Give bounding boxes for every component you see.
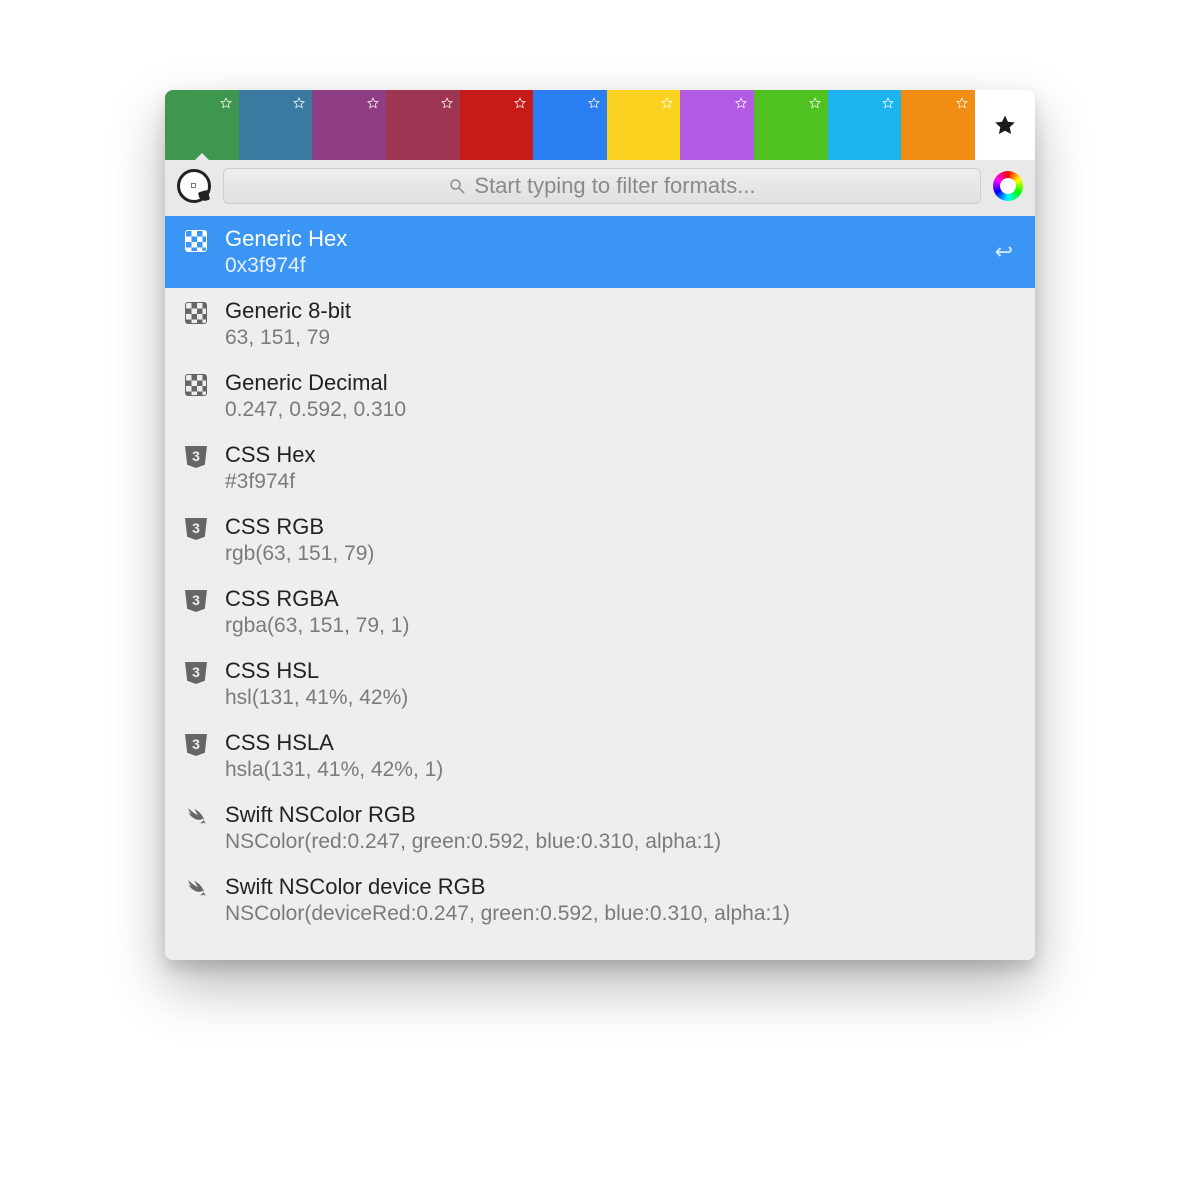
color-tab[interactable] <box>680 90 754 160</box>
format-item[interactable]: CSS Hex#3f974f↩ <box>165 432 1035 504</box>
css-icon <box>183 732 209 758</box>
search-placeholder: Start typing to filter formats... <box>474 173 755 199</box>
swift-icon <box>183 804 209 830</box>
css-icon <box>183 660 209 686</box>
color-tab[interactable] <box>239 90 313 160</box>
star-outline-icon <box>881 96 895 110</box>
format-item[interactable]: CSS RGBrgb(63, 151, 79)↩ <box>165 504 1035 576</box>
css-icon <box>183 444 209 470</box>
checker-icon <box>183 300 209 326</box>
color-tab[interactable] <box>901 90 975 160</box>
color-tab[interactable] <box>533 90 607 160</box>
color-tab[interactable] <box>460 90 534 160</box>
format-title: CSS Hex <box>225 442 315 468</box>
format-value: rgba(63, 151, 79, 1) <box>225 614 409 638</box>
format-value: NSColor(red:0.247, green:0.592, blue:0.3… <box>225 830 721 854</box>
format-value: #3f974f <box>225 470 315 494</box>
star-outline-icon <box>587 96 601 110</box>
swift-icon <box>183 876 209 902</box>
star-outline-icon <box>734 96 748 110</box>
format-item[interactable]: Generic Hex0x3f974f ↩ <box>165 216 1035 288</box>
color-tab[interactable] <box>165 90 239 160</box>
color-tab[interactable] <box>828 90 902 160</box>
format-title: Generic Hex <box>225 226 347 252</box>
format-title: CSS RGBA <box>225 586 409 612</box>
star-outline-icon <box>955 96 969 110</box>
color-wheel-button[interactable] <box>993 171 1023 201</box>
color-tabs-bar <box>165 90 1035 160</box>
color-tab[interactable] <box>607 90 681 160</box>
color-format-window: Start typing to filter formats... Generi… <box>165 90 1035 960</box>
favorites-tab[interactable] <box>975 90 1035 160</box>
format-title: CSS HSL <box>225 658 408 684</box>
color-tab[interactable] <box>754 90 828 160</box>
format-value: 63, 151, 79 <box>225 326 351 350</box>
color-tab[interactable] <box>386 90 460 160</box>
format-item[interactable]: Generic 8-bit63, 151, 79↩ <box>165 288 1035 360</box>
star-outline-icon <box>660 96 674 110</box>
format-value: hsla(131, 41%, 42%, 1) <box>225 758 443 782</box>
enter-hint-icon: ↩ <box>995 239 1013 265</box>
star-outline-icon <box>219 96 233 110</box>
checker-icon <box>183 228 209 254</box>
toolbar-row: Start typing to filter formats... <box>165 160 1035 216</box>
star-outline-icon <box>808 96 822 110</box>
color-tab[interactable] <box>312 90 386 160</box>
format-title: Generic 8-bit <box>225 298 351 324</box>
format-value: 0.247, 0.592, 0.310 <box>225 398 406 422</box>
format-item[interactable]: CSS HSLAhsla(131, 41%, 42%, 1)↩ <box>165 720 1035 792</box>
format-item[interactable]: CSS HSLhsl(131, 41%, 42%)↩ <box>165 648 1035 720</box>
format-title: CSS RGB <box>225 514 374 540</box>
format-value: rgb(63, 151, 79) <box>225 542 374 566</box>
star-outline-icon <box>513 96 527 110</box>
swift-icon <box>184 805 208 829</box>
format-title: Generic Decimal <box>225 370 406 396</box>
star-outline-icon <box>366 96 380 110</box>
format-item[interactable]: Swift NSColor RGBNSColor(red:0.247, gree… <box>165 792 1035 864</box>
format-item[interactable]: CSS RGBArgba(63, 151, 79, 1)↩ <box>165 576 1035 648</box>
format-value: 0x3f974f <box>225 254 347 278</box>
format-item[interactable]: Swift NSColor device RGBNSColor(deviceRe… <box>165 864 1035 936</box>
checker-icon <box>183 372 209 398</box>
css-icon <box>183 588 209 614</box>
loupe-dot-icon <box>191 183 196 188</box>
format-item[interactable]: Generic Decimal0.247, 0.592, 0.310↩ <box>165 360 1035 432</box>
format-title: CSS HSLA <box>225 730 443 756</box>
swift-icon <box>184 877 208 901</box>
search-icon <box>448 177 466 195</box>
star-outline-icon <box>440 96 454 110</box>
format-title: Swift NSColor RGB <box>225 802 721 828</box>
search-input[interactable]: Start typing to filter formats... <box>223 168 981 204</box>
star-solid-icon <box>993 113 1017 137</box>
format-title: Swift NSColor device RGB <box>225 874 790 900</box>
format-value: NSColor(deviceRed:0.247, green:0.592, bl… <box>225 902 790 926</box>
format-list: Generic Hex0x3f974f ↩ Generic 8-bit63, 151… <box>165 216 1035 960</box>
loupe-button[interactable] <box>177 169 211 203</box>
star-outline-icon <box>292 96 306 110</box>
css-icon <box>183 516 209 542</box>
format-value: hsl(131, 41%, 42%) <box>225 686 408 710</box>
